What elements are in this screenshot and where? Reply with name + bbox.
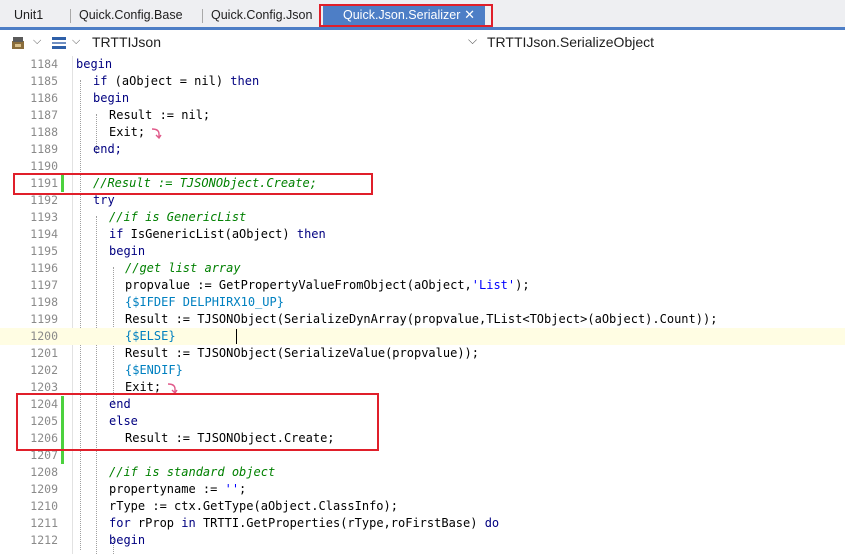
code-line: 1198 {$IFDEF DELPHIRX10_UP} [0, 294, 845, 311]
tab-quick-config-base[interactable]: Quick.Config.Base [71, 5, 201, 25]
line-number: 1190 [30, 159, 58, 173]
code-text: propvalue := GetPropertyValueFromObject(… [125, 278, 530, 292]
code-line: 1184 begin [0, 56, 845, 73]
code-text: {$IFDEF DELPHIRX10_UP} [125, 295, 284, 309]
code-text: begin [93, 91, 130, 105]
code-text: propertyname := ''; [109, 482, 247, 496]
line-number: 1208 [30, 465, 58, 479]
tab-label: Quick.Config.Json [211, 8, 313, 22]
code-text: begin [109, 244, 146, 258]
line-number: 1200 [30, 329, 58, 343]
method-selector[interactable]: TRTTIJson.SerializeObject [487, 34, 654, 50]
editor-toolbar: ⌵ ⌵ TRTTIJson ⌵ TRTTIJson.SerializeObjec… [0, 30, 845, 57]
line-number: 1185 [30, 74, 58, 88]
code-text: for rProp in TRTTI.GetProperties(rType,r… [109, 516, 500, 530]
code-line: 1212 begin [0, 532, 845, 549]
component-icon[interactable] [10, 35, 26, 51]
code-text: Result := TJSONObject(SerializeDynArray(… [125, 312, 718, 326]
code-text: //if is GenericList [109, 210, 247, 224]
line-number: 1195 [30, 244, 58, 258]
code-line: 1185 if (aObject = nil) then [0, 73, 845, 90]
class-selector[interactable]: TRTTIJson [92, 34, 161, 50]
exit-arrow-icon [151, 128, 162, 139]
tab-label: Unit1 [14, 8, 44, 22]
code-text: rType := ctx.GetType(aObject.ClassInfo); [109, 499, 398, 513]
code-line: 1197 propvalue := GetPropertyValueFromOb… [0, 277, 845, 294]
line-number: 1186 [30, 91, 58, 105]
layout-icon[interactable] [51, 35, 67, 51]
tab-label: Quick.Config.Base [79, 8, 183, 22]
tab-quick-config-json[interactable]: Quick.Config.Json [203, 5, 318, 25]
annotation-box-tab [319, 4, 493, 27]
chevron-down-icon[interactable]: ⌵ [72, 35, 80, 48]
code-line: 1189 end; [0, 141, 845, 158]
code-line: 1208 //if is standard object [0, 464, 845, 481]
line-number: 1198 [30, 295, 58, 309]
code-editor[interactable]: 1184 begin 1185 if (aObject = nil) then … [0, 56, 845, 554]
code-line: 1193 //if is GenericList [0, 209, 845, 226]
line-number: 1201 [30, 346, 58, 360]
line-number: 1189 [30, 142, 58, 156]
code-text: if IsGenericList(aObject) then [109, 227, 326, 241]
code-text: Exit; [109, 125, 146, 139]
annotation-box-lines-1204-1206 [16, 393, 379, 451]
code-line: 1187 Result := nil; [0, 107, 845, 124]
line-number: 1203 [30, 380, 58, 394]
code-line: 1202 {$ENDIF} [0, 362, 845, 379]
code-text: end; [93, 142, 122, 156]
line-number: 1187 [30, 108, 58, 122]
code-text: Result := nil; [109, 108, 211, 122]
line-number: 1193 [30, 210, 58, 224]
line-number: 1188 [30, 125, 58, 139]
code-text: {$ELSE} [125, 329, 176, 343]
code-line: 1186 begin [0, 90, 845, 107]
line-number: 1192 [30, 193, 58, 207]
chevron-down-icon[interactable]: ⌵ [33, 35, 41, 48]
code-line: 1199 Result := TJSONObject(SerializeDynA… [0, 311, 845, 328]
code-line: 1195 begin [0, 243, 845, 260]
code-text: begin [109, 533, 146, 547]
line-number: 1194 [30, 227, 58, 241]
code-line-current: 1200 {$ELSE} [0, 328, 845, 345]
line-number: 1184 [30, 57, 58, 71]
tab-unit1[interactable]: Unit1 [6, 5, 68, 25]
code-text: if (aObject = nil) then [93, 74, 260, 88]
code-line: 1196 //get list array [0, 260, 845, 277]
line-number: 1199 [30, 312, 58, 326]
line-number: 1212 [30, 533, 58, 547]
line-number: 1202 [30, 363, 58, 377]
code-text: //if is standard object [109, 465, 276, 479]
code-text: //get list array [125, 261, 241, 275]
line-number: 1197 [30, 278, 58, 292]
code-line: 1201 Result := TJSONObject(SerializeValu… [0, 345, 845, 362]
code-line: 1211 for rProp in TRTTI.GetProperties(rT… [0, 515, 845, 532]
text-caret [236, 329, 237, 344]
line-number: 1196 [30, 261, 58, 275]
code-line: 1188 Exit; [0, 124, 845, 141]
code-line: 1209 propertyname := ''; [0, 481, 845, 498]
annotation-box-line-1191 [13, 173, 373, 195]
line-number: 1211 [30, 516, 58, 530]
code-line: 1210 rType := ctx.GetType(aObject.ClassI… [0, 498, 845, 515]
code-text: Result := TJSONObject(SerializeValue(pro… [125, 346, 480, 360]
code-text: begin [76, 57, 113, 71]
method-dropdown-chevron-icon[interactable]: ⌵ [468, 33, 477, 48]
line-number: 1209 [30, 482, 58, 496]
code-text: {$ENDIF} [125, 363, 183, 377]
code-line: 1194 if IsGenericList(aObject) then [0, 226, 845, 243]
line-number: 1210 [30, 499, 58, 513]
editor-tab-bar: Unit1 Quick.Config.Base Quick.Config.Jso… [0, 0, 845, 31]
